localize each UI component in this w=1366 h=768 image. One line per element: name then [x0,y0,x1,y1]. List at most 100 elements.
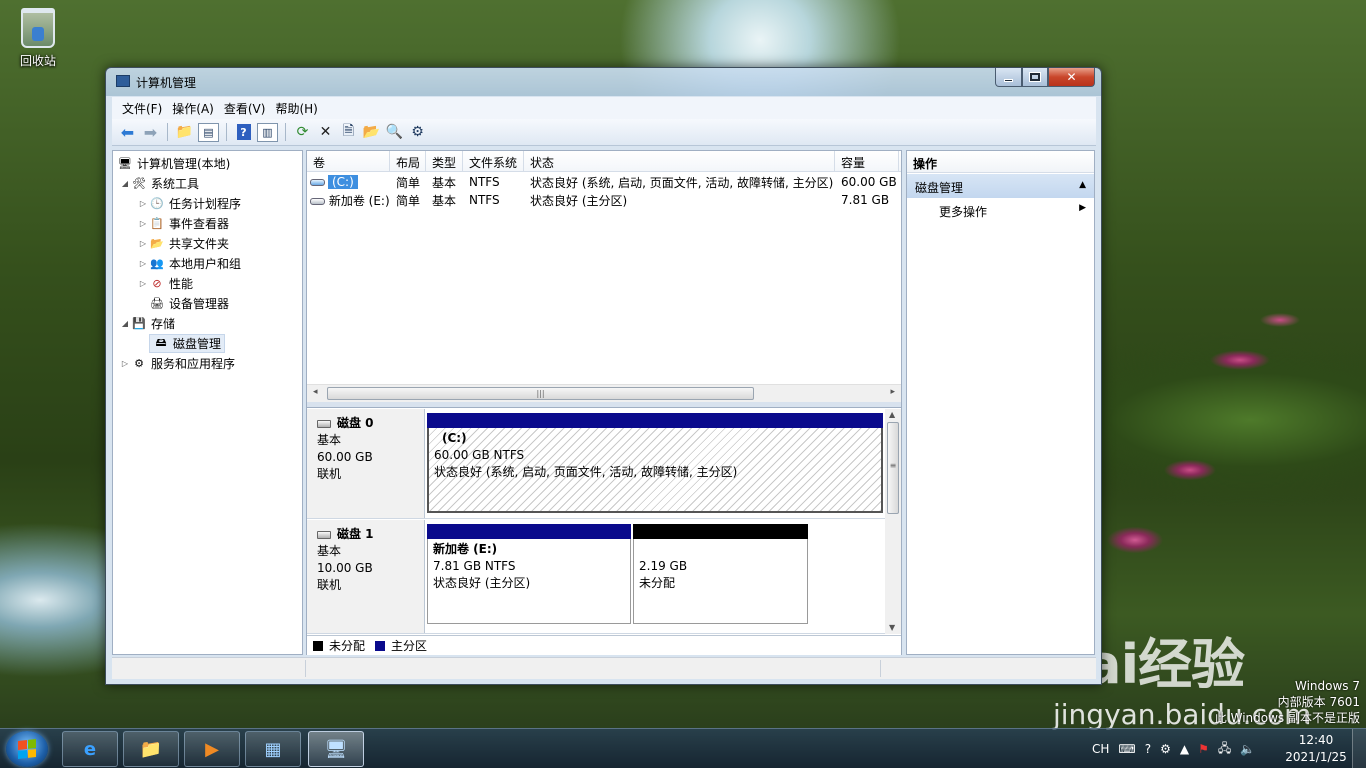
recycle-bin-icon [21,8,55,48]
vertical-scrollbar[interactable]: ▲ ≡ ▼ [885,409,901,634]
expand-icon[interactable]: ▷ [137,199,149,208]
menu-action[interactable]: 操作(A) [168,100,220,117]
expand-icon[interactable]: ▷ [119,359,131,368]
tree-item-local-users[interactable]: ▷ 👥 本地用户和组 [113,253,302,273]
show-desktop-button[interactable] [1352,729,1366,768]
volume-name-c: (C:) [310,175,358,190]
tree-item-event-viewer[interactable]: ▷ 📋 事件查看器 [113,213,302,233]
tree-item-label: 事件查看器 [169,216,230,231]
tree-item-disk-management[interactable]: 🖴 磁盘管理 [113,333,302,353]
pane-splitter[interactable] [307,402,901,408]
collapse-icon[interactable]: ◢ [119,179,131,188]
console-tree: 🖥 计算机管理(本地) ◢ 🛠 系统工具 ▷ 🕒 任务计划程序 ▷ 📋 事件查看… [112,150,303,655]
tree-item-root[interactable]: 🖥 计算机管理(本地) [113,153,302,173]
collapse-up-icon[interactable]: ▲ [1079,180,1086,190]
scroll-up-icon[interactable]: ▲ [889,410,895,419]
taskbar-media-player[interactable]: ▶ [184,731,240,767]
collapse-icon[interactable]: ◢ [119,319,131,328]
column-header-filesystem[interactable]: 文件系统 [463,151,524,171]
start-button[interactable] [6,731,48,767]
column-header-status[interactable]: 状态 [524,151,835,171]
scroll-right-icon[interactable]: ▸ [890,387,895,397]
settings-button[interactable]: ⚙ [408,123,427,142]
unallocated-swatch [313,640,323,651]
internet-explorer-icon: e [83,738,97,760]
tree-item-services-apps[interactable]: ▷ ⚙ 服务和应用程序 [113,353,302,373]
type-cell: 基本 [432,193,457,208]
expand-icon[interactable]: ▷ [137,239,149,248]
taskbar-computer-management[interactable]: 🖥 [308,731,364,767]
title-bar[interactable]: 计算机管理 ✕ [106,68,1101,96]
column-header-type[interactable]: 类型 [426,151,463,171]
column-header-volume[interactable]: 卷 [307,151,390,171]
properties-button[interactable]: 🗎 [339,123,358,142]
vertical-scroll-thumb[interactable]: ≡ [887,422,899,514]
volume-row-e[interactable]: 新加卷 (E:) 简单 基本 NTFS 状态良好 (主分区) 7.81 GB [307,191,901,209]
back-button[interactable]: ⬅ [118,123,137,142]
keyboard-icon[interactable]: ⌨ [1118,742,1135,756]
clock[interactable]: 12:40 2021/1/25 [1283,732,1349,766]
show-hide-action-pane-button[interactable]: ▥ [257,122,278,142]
scroll-down-icon[interactable]: ▼ [889,623,895,632]
unallocated-space[interactable]: 2.19 GB 未分配 [633,524,808,624]
delete-button[interactable]: ✕ [316,123,335,142]
ime-indicator[interactable]: CH [1092,742,1109,756]
column-header-layout[interactable]: 布局 [390,151,426,171]
tree-item-device-manager[interactable]: 🖨 设备管理器 [113,293,302,313]
tree-item-shared-folders[interactable]: ▷ 📂 共享文件夹 [113,233,302,253]
recycle-bin-desktop-icon[interactable]: 回收站 [10,6,66,69]
more-actions-item[interactable]: 更多操作 ▶ [907,198,1094,220]
settings-tray-icon[interactable]: ⚙ [1160,742,1171,756]
expand-icon[interactable]: ▷ [137,259,149,268]
computer-management-icon [116,75,130,87]
column-header-capacity[interactable]: 容量 [835,151,899,171]
toolbar-separator [226,123,227,141]
action-center-flag-icon[interactable]: ⚑ [1198,742,1209,756]
expand-icon[interactable]: ▷ [137,219,149,228]
taskbar-control-panel[interactable]: ▦ [245,731,301,767]
close-button[interactable]: ✕ [1048,68,1095,87]
taskbar-internet-explorer[interactable]: e [62,731,118,767]
tree-item-storage[interactable]: ◢ 💾 存储 [113,313,302,333]
up-level-button[interactable]: 📁 [175,123,194,142]
menu-help[interactable]: 帮助(H) [271,100,323,117]
maximize-button[interactable] [1022,68,1048,87]
tree-item-label: 设备管理器 [169,296,230,311]
console-tree-icon: ▤ [203,125,214,139]
show-hide-console-tree-button[interactable]: ▤ [198,122,219,142]
network-icon[interactable]: 🖧 [1218,739,1231,760]
taskbar-explorer[interactable]: 📁 [123,731,179,767]
menu-file[interactable]: 文件(F) [118,100,168,117]
tree-item-system-tools[interactable]: ◢ 🛠 系统工具 [113,173,302,193]
menu-bar: 文件(F) 操作(A) 查看(V) 帮助(H) [112,97,1096,119]
volume-row-c[interactable]: (C:) 简单 基本 NTFS 状态良好 (系统, 启动, 页面文件, 活动, … [307,173,901,191]
status-segment [305,660,306,677]
search-button[interactable]: 🔍 [385,123,404,142]
tree-item-task-scheduler[interactable]: ▷ 🕒 任务计划程序 [113,193,302,213]
expand-icon[interactable]: ▷ [137,279,149,288]
minimize-button[interactable] [995,68,1022,87]
disk-info-1[interactable]: 磁盘 1 基本 10.00 GB 联机 [307,520,425,633]
tree-item-performance[interactable]: ▷ ⊘ 性能 [113,273,302,293]
watermark-line-2: 内部版本 7601 [1277,695,1360,709]
performance-icon: ⊘ [152,276,162,290]
primary-swatch [375,640,386,651]
actions-group-disk-management[interactable]: 磁盘管理 ▲ [907,174,1094,198]
actions-group-label: 磁盘管理 [915,181,964,195]
disk-info-0[interactable]: 磁盘 0 基本 60.00 GB 联机 [307,409,425,518]
partition-c[interactable]: (C:) 60.00 GB NTFS 状态良好 (系统, 启动, 页面文件, 活… [427,413,883,513]
volume-icon[interactable]: 🔈 [1240,742,1255,756]
horizontal-scroll-thumb[interactable]: ||| [327,387,754,400]
forward-button[interactable]: ➡ [141,123,160,142]
partition-status: 状态良好 (系统, 启动, 页面文件, 活动, 故障转储, 主分区) [434,465,738,479]
computer-management-window: 计算机管理 ✕ 文件(F) 操作(A) 查看(V) 帮助(H) ⬅ ➡ 📁 ▤ … [105,67,1102,685]
partition-e[interactable]: 新加卷 (E:) 7.81 GB NTFS 状态良好 (主分区) [427,524,631,624]
horizontal-scrollbar[interactable]: ◂ ||| ▸ [307,384,901,402]
show-hidden-icons-icon[interactable]: ▲ [1180,742,1189,756]
open-button[interactable]: 📂 [362,123,381,142]
help-tray-icon[interactable]: ? [1145,742,1151,756]
refresh-button[interactable]: ⟳ [293,123,312,142]
menu-view[interactable]: 查看(V) [220,100,272,117]
help-button[interactable]: ? [234,123,253,142]
scroll-left-icon[interactable]: ◂ [313,387,318,397]
